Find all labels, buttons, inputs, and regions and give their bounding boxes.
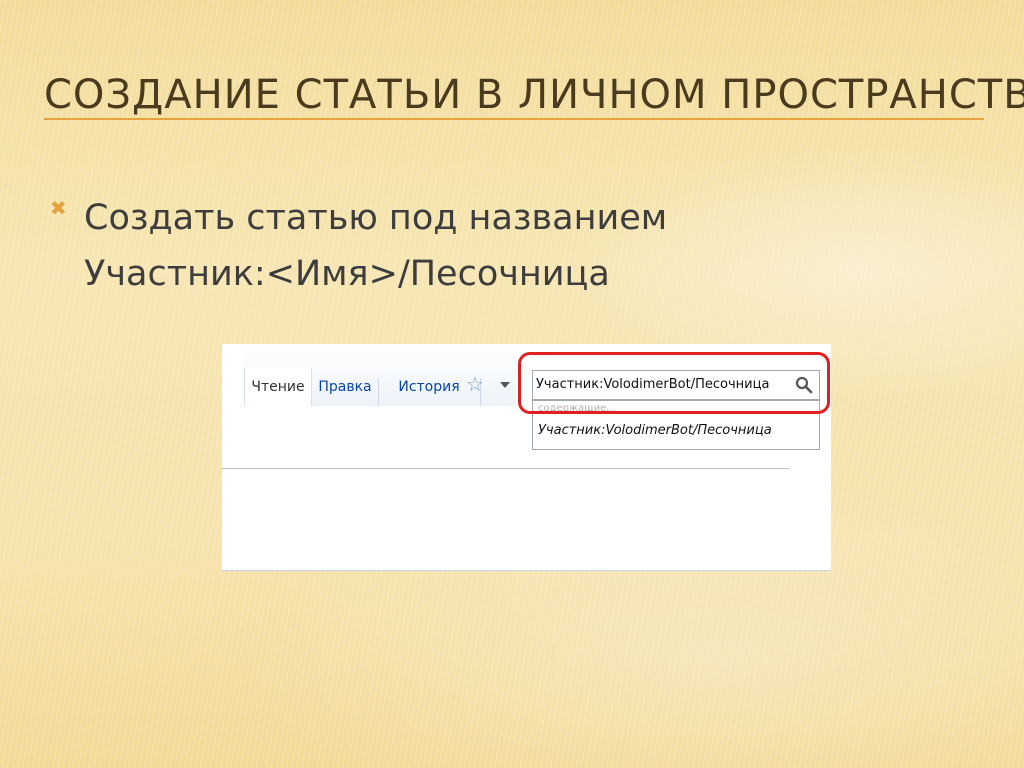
cross-bullet-icon: ✖ — [50, 196, 67, 220]
star-icon[interactable]: ☆ — [466, 372, 484, 396]
content-divider — [222, 468, 790, 469]
highlight-annotation — [518, 352, 830, 414]
tab-edit[interactable]: Правка — [312, 368, 378, 406]
wiki-screenshot: Чтение Правка История ☆ содержащие... Уч… — [222, 344, 831, 571]
slide-title: Создание статьи в личном пространстве — [44, 72, 1024, 118]
title-underline — [44, 118, 984, 120]
tab-history[interactable]: История — [380, 368, 478, 406]
chevron-down-icon[interactable] — [500, 382, 510, 388]
bullet-line-2: Участник:<Имя>/Песочница — [84, 254, 610, 294]
suggestion-item[interactable]: Участник:VolodimerBot/Песочница — [538, 423, 772, 438]
bullet-line-1: Создать статью под названием — [84, 198, 668, 238]
bullet-text: Создать статью под названием Участник:<И… — [84, 190, 944, 302]
tab-divider — [378, 378, 379, 406]
tab-read[interactable]: Чтение — [244, 368, 312, 406]
